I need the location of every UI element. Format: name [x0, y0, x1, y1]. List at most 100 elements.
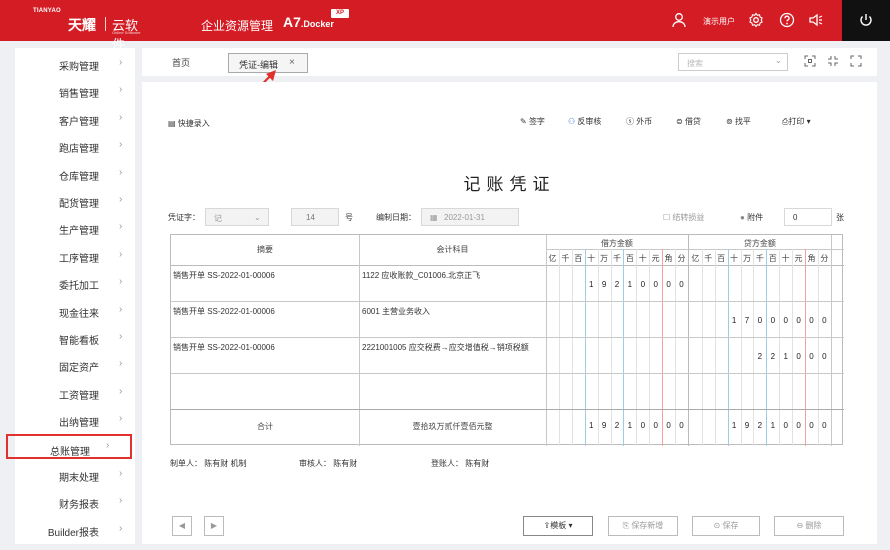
- sidebar-item[interactable]: 仓库管理 ›: [15, 161, 135, 186]
- total-digit: 0: [653, 421, 658, 430]
- sidebar-item[interactable]: 跑店管理 ›: [15, 133, 135, 158]
- focus-icon[interactable]: [804, 55, 816, 67]
- sign-label: 签字: [528, 117, 545, 126]
- carry-profit-checkbox[interactable]: ☐ 结转损益: [663, 212, 704, 223]
- row-summary: 销售开单 SS-2022-01-00006: [173, 271, 275, 280]
- search-select[interactable]: 搜索 ⌄: [678, 53, 788, 71]
- unit-header: 百: [574, 254, 583, 263]
- header-bottom: [171, 265, 844, 266]
- chevron-right-icon: ›: [106, 439, 110, 451]
- row-summary: 销售开单 SS-2022-01-00006: [173, 307, 275, 316]
- sidebar-item[interactable]: 客户管理 ›: [15, 106, 135, 131]
- digit-divider: [662, 249, 664, 446]
- row-divider: [171, 337, 844, 338]
- sidebar-item[interactable]: Builder报表 ›: [15, 517, 135, 542]
- digit-divider: [597, 249, 599, 446]
- sidebar-item[interactable]: 工序管理 ›: [15, 243, 135, 268]
- delete-label: 删除: [805, 521, 822, 530]
- minus-icon: ⊖: [796, 521, 804, 530]
- voucher-word-select[interactable]: 记 ⌄: [205, 208, 269, 226]
- auditor-info: 审核人： 陈有财: [299, 458, 357, 469]
- amount-digit: 0: [809, 316, 814, 325]
- borrow-button[interactable]: ⊜ 借贷: [676, 116, 701, 127]
- amount-digit: 0: [679, 280, 684, 289]
- sidebar-item[interactable]: 生产管理 ›: [15, 215, 135, 240]
- tab-home[interactable]: 首页: [172, 56, 190, 69]
- amount-digit: 0: [640, 280, 646, 289]
- voucher-number-value: 14: [306, 213, 315, 222]
- sidebar-item[interactable]: 现金往来 ›: [15, 298, 135, 323]
- chevron-right-icon: ›: [119, 495, 123, 507]
- sign-button[interactable]: ✎ 签字: [520, 116, 545, 127]
- copy-icon: ⎘: [622, 521, 630, 530]
- auditor-label: 审核人：: [299, 459, 331, 468]
- voucher-number-field[interactable]: 14: [291, 208, 339, 226]
- sidebar-item[interactable]: 出纳管理 ›: [15, 407, 135, 432]
- total-digit: 1: [770, 421, 776, 430]
- sidebar-item-label: 生产管理: [59, 226, 99, 238]
- help-icon[interactable]: [779, 12, 795, 28]
- prev-button[interactable]: ◀: [172, 516, 192, 536]
- template-button[interactable]: ⇪模板 ▾: [523, 516, 593, 536]
- print-button[interactable]: ⎙打印 ▾: [782, 116, 811, 127]
- sidebar-item-label: 财务报表: [59, 500, 99, 512]
- sidebar-item[interactable]: 财务报表 ›: [15, 489, 135, 514]
- voucher-word-value: 记: [214, 214, 222, 223]
- amount-digit: 0: [796, 352, 801, 361]
- gear-icon[interactable]: [748, 12, 764, 28]
- sidebar-item[interactable]: 采购管理 ›: [15, 51, 135, 76]
- chevron-right-icon: ›: [119, 84, 123, 96]
- user-icon[interactable]: [671, 12, 687, 28]
- search-placeholder: 搜索: [687, 59, 703, 68]
- power-button[interactable]: [842, 0, 890, 41]
- sidebar-item[interactable]: 期末处理 ›: [15, 462, 135, 487]
- sidebar-item-label: 现金往来: [59, 308, 99, 320]
- unit-header: 角: [664, 254, 673, 263]
- total-label: 合计: [257, 422, 273, 431]
- total-digit: 0: [822, 421, 827, 430]
- sidebar-item[interactable]: 总账管理 ›: [6, 433, 132, 459]
- save-button[interactable]: ⊙ 保存: [692, 516, 760, 536]
- sidebar-item[interactable]: 固定资产 ›: [15, 352, 135, 377]
- version-main: A7: [283, 14, 301, 30]
- amount-digit: 0: [783, 316, 788, 325]
- balance-label: 找平: [734, 117, 751, 126]
- quick-entry-button[interactable]: ▤ 快捷录入: [168, 118, 210, 129]
- attachment-count-input[interactable]: 0: [784, 208, 832, 226]
- total-digit: 1: [627, 421, 633, 430]
- template-label: 模板: [550, 521, 567, 530]
- date-field[interactable]: ▦ 2022-01-31: [421, 208, 519, 226]
- collapse-icon[interactable]: [827, 55, 839, 67]
- pen-icon: ✎: [520, 117, 527, 126]
- logo: TIANYAO 天耀 云软件 Online Software: [16, 8, 143, 52]
- save-new-button[interactable]: ⎘ 保存新增: [608, 516, 678, 536]
- sidebar-item[interactable]: 配货管理 ›: [15, 188, 135, 213]
- col-divider: [359, 235, 360, 446]
- row-account: 1122 应收账款_C01006.北京正飞: [362, 271, 481, 280]
- fullscreen-icon[interactable]: [850, 55, 862, 67]
- unaudit-label: 反审核: [577, 117, 602, 126]
- sidebar-item[interactable]: 智能看板 ›: [15, 325, 135, 350]
- close-icon[interactable]: ×: [289, 57, 295, 68]
- sidebar-item-label: 工资管理: [59, 390, 99, 402]
- speaker-icon[interactable]: [808, 12, 824, 28]
- sidebar-item[interactable]: 委托加工 ›: [15, 270, 135, 295]
- delete-button[interactable]: ⊖ 删除: [774, 516, 844, 536]
- chevron-right-icon: ›: [119, 194, 123, 205]
- foreign-currency-button[interactable]: ⓢ 外币: [626, 116, 652, 127]
- unaudit-button[interactable]: ⚇ 反审核: [568, 116, 601, 127]
- unit-header: 百: [768, 254, 777, 263]
- digit-divider: [805, 249, 806, 446]
- sidebar-item[interactable]: 工资管理 ›: [15, 380, 135, 405]
- row-divider: [171, 301, 844, 302]
- checkbox-icon: ☐: [663, 213, 671, 222]
- chevron-right-icon: ›: [119, 303, 123, 315]
- digit-divider: [779, 249, 781, 446]
- next-button[interactable]: ▶: [204, 516, 224, 536]
- current-user-name[interactable]: 演示用户: [703, 16, 735, 27]
- sidebar-item[interactable]: 销售管理 ›: [15, 78, 135, 103]
- digit-divider: [636, 249, 638, 446]
- digit-divider: [649, 249, 651, 446]
- poster-name: 陈有财: [465, 459, 490, 468]
- balance-button[interactable]: ⊚ 找平: [726, 116, 751, 127]
